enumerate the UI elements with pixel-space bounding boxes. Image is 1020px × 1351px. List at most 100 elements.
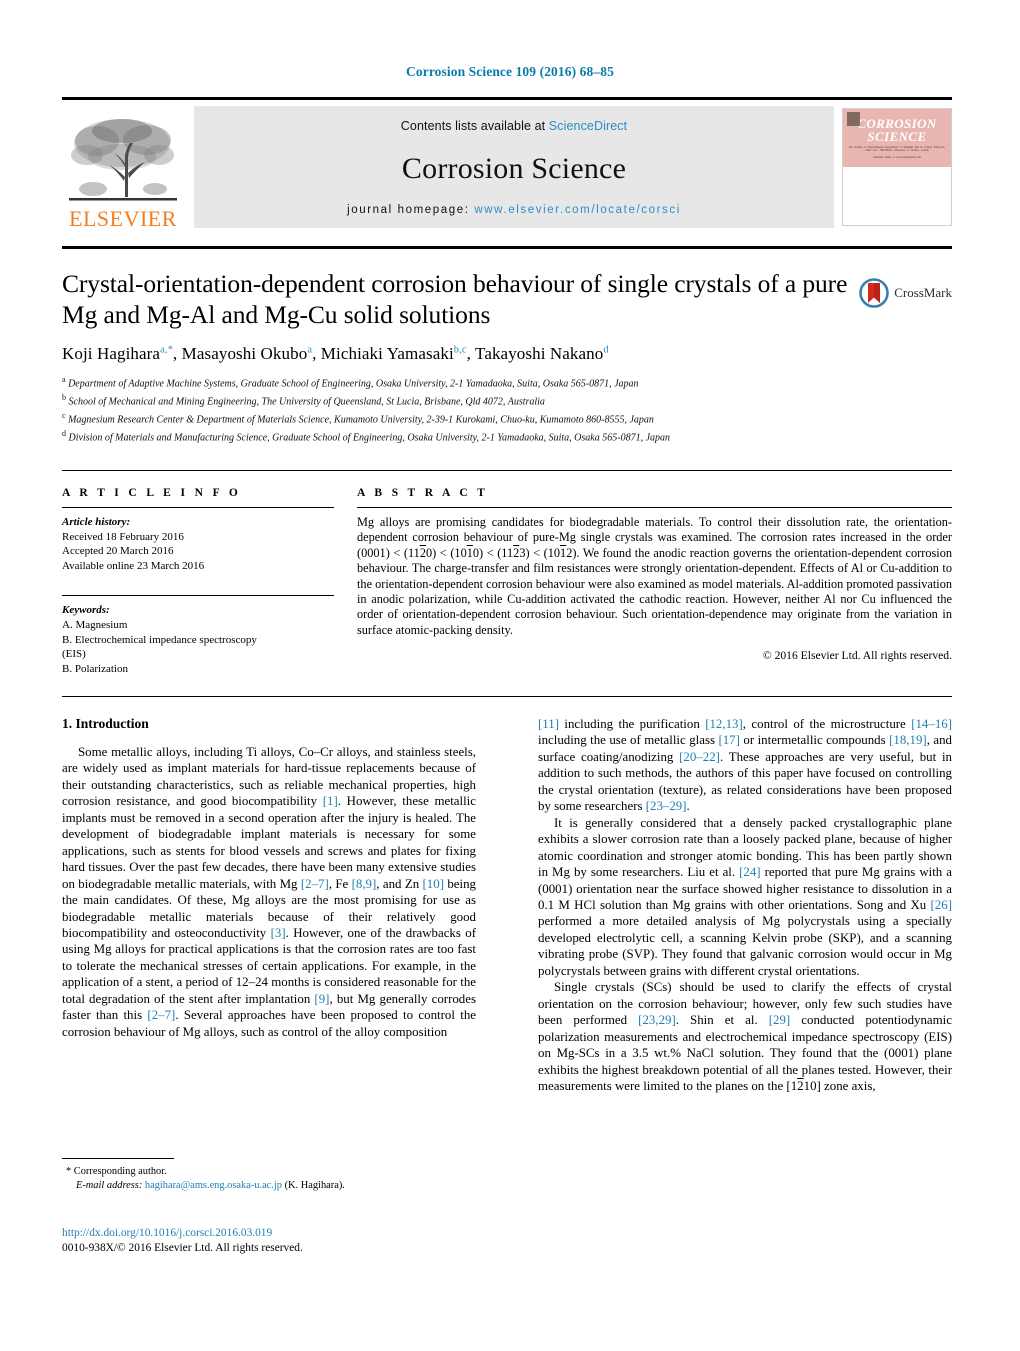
doi-link[interactable]: http://dx.doi.org/10.1016/j.corsci.2016.… [62, 1226, 562, 1241]
text-run: . [686, 799, 690, 814]
text-run: , control of the microstructure [742, 717, 912, 731]
citation-link[interactable]: [29] [769, 1013, 790, 1027]
citation-link[interactable]: [3] [271, 926, 286, 940]
affiliation-text: Division of Materials and Manufacturing … [68, 432, 671, 444]
text-run: , and Zn [376, 876, 423, 891]
article-history-online: Available online 23 March 2016 [62, 559, 205, 572]
body-columns: 1. Introduction Some metallic alloys, in… [62, 716, 952, 1094]
article-history-accepted: Accepted 20 March 2016 [62, 545, 174, 558]
cover-lower-area [843, 167, 951, 225]
journal-cover-thumbnail[interactable]: CORROSION SCIENCE The Journal on Environ… [842, 108, 952, 226]
issn-copyright-line: 0010-938X/© 2016 Elsevier Ltd. All right… [62, 1242, 303, 1254]
citation-link[interactable]: [2–7] [301, 877, 329, 891]
article-info-heading: A R T I C L E I N F O [62, 487, 242, 499]
abstract-column: A B S T R A C T Mg alloys are promising … [357, 487, 952, 676]
citation-link[interactable]: [17] [718, 733, 739, 747]
author-name: Michiaki Yamasaki [320, 344, 454, 363]
contents-list-line: Contents lists available at ScienceDirec… [401, 119, 627, 133]
citation-link[interactable]: [14–16] [911, 717, 952, 731]
crossmark-badge[interactable]: CrossMark [859, 278, 952, 308]
journal-title: Corrosion Science [401, 151, 627, 185]
doi-block: http://dx.doi.org/10.1016/j.corsci.2016.… [62, 1226, 562, 1256]
paragraph: Single crystals (SCs) should be used to … [538, 979, 952, 1094]
cover-art: CORROSION SCIENCE The Journal on Environ… [843, 109, 951, 167]
footnote-divider [62, 1158, 174, 1159]
affiliation-text: Department of Adaptive Machine Systems, … [68, 378, 639, 390]
affiliation-list: a Department of Adaptive Machine Systems… [62, 373, 952, 445]
title-block: Crystal-orientation-dependent corrosion … [62, 268, 952, 445]
affiliation-item: a Department of Adaptive Machine Systems… [62, 373, 952, 391]
elsevier-tree-icon [67, 115, 179, 207]
affiliation-marker: c [62, 410, 66, 420]
section-heading-introduction: 1. Introduction [62, 716, 149, 731]
elsevier-logo: ELSEVIER [62, 104, 184, 232]
citation-link[interactable]: [10] [423, 877, 444, 891]
email-label: E-mail address: [76, 1180, 143, 1191]
affiliation-marker: a [62, 375, 66, 384]
abstract-part: 0) < (10 [425, 545, 467, 560]
info-abstract-region: A R T I C L E I N F O Article history: R… [62, 487, 952, 676]
citation-link[interactable]: [24] [739, 865, 760, 879]
page-title: Crystal-orientation-dependent corrosion … [62, 269, 848, 329]
author-list: Koji Hagiharaa,*, Masayoshi Okuboa, Mich… [62, 344, 609, 363]
abstract-part: 3) < (10 [519, 545, 561, 560]
journal-masthead: ELSEVIER Contents lists available at Sci… [62, 97, 952, 232]
text-run: or intermetallic compounds [739, 733, 890, 748]
journal-homepage-link[interactable]: www.elsevier.com/locate/corsci [474, 204, 681, 216]
citation-link[interactable]: [23,29] [638, 1013, 676, 1027]
title-divider [62, 246, 952, 249]
citation-link[interactable]: [11] [538, 717, 559, 731]
keywords-block: Keywords: A. Magnesium B. Electrochemica… [62, 595, 334, 676]
text-run: . Shin et al. [675, 1013, 769, 1028]
citation-link[interactable]: [1] [323, 794, 338, 808]
citation-link[interactable]: [20–22] [679, 750, 720, 764]
cover-blurb: The Journal on Environmental Degradation… [848, 145, 946, 153]
text-run: , Fe [328, 876, 352, 891]
email-link[interactable]: hagihara@ams.eng.osaka-u.ac.jp [145, 1180, 282, 1191]
citation-link[interactable]: [9] [314, 992, 329, 1006]
keyword-item: A. Magnesium [62, 618, 128, 631]
affiliation-item: d Division of Materials and Manufacturin… [62, 427, 952, 445]
keyword-item: B. Electrochemical impedance spectroscop… [62, 633, 257, 646]
abstract-heading: A B S T R A C T [357, 487, 489, 499]
article-info-rule [62, 507, 334, 508]
abstract-copyright: © 2016 Elsevier Ltd. All rights reserved… [762, 649, 952, 663]
author-name: Takayoshi Nakano [475, 344, 604, 363]
paragraph: Some metallic alloys, including Ti alloy… [62, 744, 476, 1040]
keyword-item: (EIS) [62, 648, 86, 661]
citation-link[interactable]: [18,19] [889, 733, 927, 747]
citation-link[interactable]: [26] [931, 898, 952, 912]
corresponding-author-note: * Corresponding author. [66, 1166, 167, 1177]
keywords-rule [62, 595, 334, 597]
text-run: including the use of metallic glass [538, 733, 719, 748]
author-affil-marker: b,c [453, 344, 467, 356]
body-left-column: 1. Introduction Some metallic alloys, in… [62, 716, 476, 1094]
elsevier-wordmark: ELSEVIER [69, 206, 177, 231]
affiliation-text: Magnesium Research Center & Department o… [68, 414, 654, 426]
cover-title-line1: CORROSION [857, 115, 937, 131]
affiliation-text: School of Mechanical and Mining Engineer… [68, 396, 545, 408]
homepage-prefix: journal homepage: [347, 204, 475, 216]
abstract-part: 0) < (11 [472, 545, 514, 560]
affiliation-marker: d [62, 428, 66, 438]
citation-link[interactable]: [8,9] [352, 877, 377, 891]
article-history-title: Article history: [62, 516, 131, 528]
journal-running-head: Corrosion Science 109 (2016) 68–85 [406, 64, 614, 79]
body-divider [62, 696, 952, 697]
author-affil-marker: a,* [160, 344, 173, 356]
author-name: Koji Hagihara [62, 344, 161, 363]
affiliation-item: c Magnesium Research Center & Department… [62, 409, 952, 427]
keywords-title: Keywords: [62, 604, 110, 617]
crossmark-icon [859, 278, 890, 308]
footnote-block: * Corresponding author. E-mail address: … [62, 1158, 476, 1193]
author-affil-marker: d [603, 344, 609, 356]
email-note: E-mail address: hagihara@ams.eng.osaka-u… [62, 1179, 476, 1193]
author-name: Masayoshi Okubo [181, 344, 308, 363]
sciencedirect-link[interactable]: ScienceDirect [549, 119, 627, 133]
author-affil-marker: a [307, 344, 313, 356]
citation-link[interactable]: [23–29] [646, 799, 687, 813]
citation-link[interactable]: [2–7] [147, 1008, 175, 1022]
citation-link[interactable]: [12,13] [705, 717, 743, 731]
crossmark-label: CrossMark [894, 285, 952, 300]
article-history-received: Received 18 February 2016 [62, 530, 184, 543]
